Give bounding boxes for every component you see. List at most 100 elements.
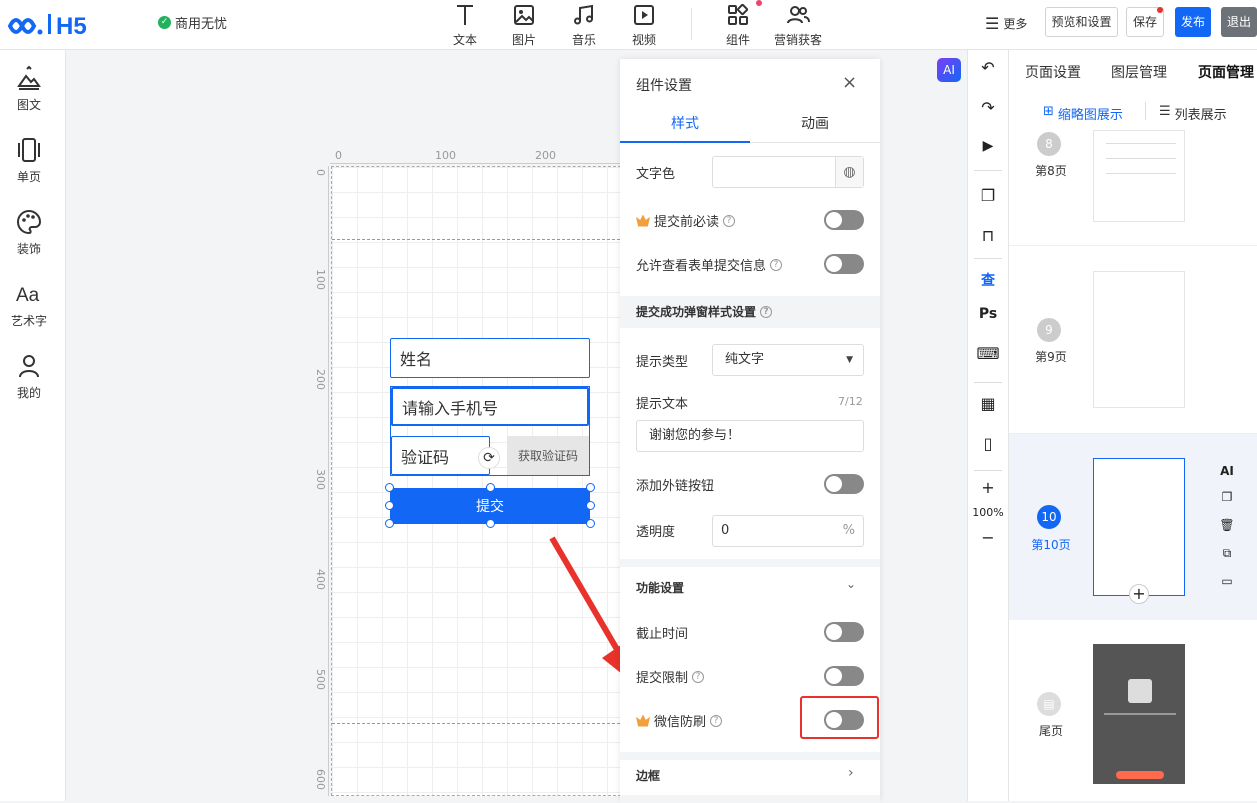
preview-button[interactable]: 预览和设置 — [1045, 7, 1118, 37]
resize-handle[interactable] — [385, 501, 394, 510]
horizontal-ruler: 0 100 200 — [330, 149, 620, 165]
help-icon[interactable]: ? — [723, 214, 736, 227]
sidebar-item-image-text[interactable]: 图文 — [0, 64, 58, 113]
resize-handle[interactable] — [385, 519, 394, 528]
editing-page[interactable] — [331, 166, 621, 796]
must-read-row: 提交前必读 ? — [636, 211, 736, 230]
view-list-toggle[interactable]: ☰ 列表展示 — [1159, 104, 1227, 123]
list-icon: ☰ — [1159, 104, 1171, 119]
exit-button[interactable]: 退出 — [1221, 7, 1257, 37]
tip-text-input[interactable]: 谢谢您的参与！ — [636, 420, 864, 452]
sidebar-item-decor[interactable]: 装饰 — [0, 208, 58, 257]
allow-view-toggle[interactable] — [824, 254, 864, 274]
tip-text-counter: 7/12 — [838, 395, 863, 408]
code-input[interactable]: 验证码 — [391, 436, 490, 475]
sidebar-item-art-text[interactable]: Aa 艺术字 — [0, 280, 58, 329]
page-item[interactable]: 8 第8页 — [1009, 130, 1257, 246]
help-icon[interactable]: ? — [710, 714, 723, 727]
play-icon[interactable]: ▶ — [968, 138, 1008, 154]
page-item[interactable]: ▤ 尾页 — [1009, 620, 1257, 801]
get-code-button[interactable]: 获取验证码 — [507, 436, 589, 475]
grid-icon[interactable]: ▦ — [968, 394, 1008, 413]
add-page-icon[interactable]: + — [1129, 584, 1149, 604]
wechat-guard-row: 微信防刷 ? — [636, 711, 723, 730]
view-divider — [1145, 102, 1146, 120]
publish-button[interactable]: 发布 — [1175, 7, 1211, 37]
redo-icon[interactable]: ↷ — [968, 98, 1008, 117]
section-divider — [620, 752, 880, 760]
text-color-input[interactable]: ◍ — [712, 156, 864, 188]
component-settings-panel: 组件设置 × 样式 动画 文字色 ◍ 提交前必读 ? 允许查看表单提交信息 ? … — [620, 59, 880, 803]
help-icon[interactable]: ? — [692, 670, 705, 683]
mobile-icon[interactable]: ▯ — [968, 434, 1008, 453]
check-icon: ✓ — [158, 16, 171, 29]
vip-crown-icon — [636, 714, 650, 727]
tool-video[interactable]: 视频 — [619, 2, 669, 48]
palette-picker-icon[interactable]: ◍ — [835, 157, 863, 187]
ext-link-label: 添加外链按钮 — [636, 479, 715, 494]
sidebar-item-single-page[interactable]: 单页 — [0, 136, 58, 185]
allow-view-row: 允许查看表单提交信息 ? — [636, 255, 783, 274]
tab-animation[interactable]: 动画 — [750, 105, 880, 143]
folder-icon[interactable]: ▭ — [1219, 574, 1235, 588]
duplicate-icon[interactable]: ⧉ — [1219, 546, 1235, 561]
help-icon[interactable]: ? — [770, 258, 783, 271]
opacity-input[interactable]: 0 % — [712, 515, 864, 547]
right-toolbar: ↶ ↷ ▶ ❐ ⊓ 查 Ps ⌨ ▦ ▯ + 100% − — [967, 50, 1009, 801]
zoom-out-icon[interactable]: − — [968, 528, 1008, 547]
help-icon[interactable]: ? — [760, 305, 773, 318]
tip-type-select[interactable]: 纯文字 ▼ — [712, 344, 864, 376]
chevron-right-icon[interactable]: › — [848, 765, 854, 781]
tool-image[interactable]: 图片 — [499, 2, 549, 48]
dropdown-arrow-icon: ▼ — [846, 355, 853, 365]
tab-page-manage[interactable]: 页面管理 — [1198, 62, 1254, 82]
tool-text[interactable]: 文本 — [440, 2, 490, 48]
name-input[interactable]: 姓名 — [390, 338, 590, 378]
ps-icon[interactable]: Ps — [968, 306, 1008, 322]
page-item[interactable]: 9 第9页 — [1009, 246, 1257, 434]
vertical-ruler: 0 100 200 300 400 500 600 — [313, 166, 329, 796]
resize-handle[interactable] — [586, 501, 595, 510]
tool-components[interactable]: 组件 — [713, 2, 763, 48]
tool-music[interactable]: 音乐 — [559, 2, 609, 48]
submit-limit-toggle[interactable] — [824, 666, 864, 686]
resize-handle[interactable] — [385, 483, 394, 492]
copy-page-icon[interactable]: ❐ — [1219, 490, 1235, 504]
zoom-in-icon[interactable]: + — [968, 478, 1008, 497]
sidebar-item-mine[interactable]: 我的 — [0, 352, 58, 401]
view-thumb-toggle[interactable]: ⊞ 缩略图展示 — [1043, 104, 1123, 123]
commercial-badge[interactable]: ✓ 商用无忧 — [158, 13, 227, 32]
copy-icon[interactable]: ❐ — [968, 186, 1008, 205]
page-thumbnail — [1093, 271, 1185, 408]
keyboard-icon[interactable]: ⌨ — [968, 344, 1008, 363]
wechat-guard-toggle[interactable] — [824, 710, 864, 730]
tab-page-settings[interactable]: 页面设置 — [1025, 62, 1081, 82]
chevron-down-icon[interactable]: ⌄ — [846, 577, 856, 591]
toolbar-divider — [974, 382, 1002, 383]
resize-handle[interactable] — [486, 483, 495, 492]
resize-handle[interactable] — [486, 519, 495, 528]
resize-handle[interactable] — [586, 483, 595, 492]
page-item-active[interactable]: 10 第10页 + AI ❐ 🗑 ⧉ ▭ — [1009, 434, 1257, 620]
ext-link-toggle[interactable] — [824, 474, 864, 494]
section-divider — [620, 559, 880, 567]
resize-handle[interactable] — [586, 519, 595, 528]
unlock-icon[interactable]: ⊓ — [968, 226, 1008, 245]
must-read-toggle[interactable] — [824, 210, 864, 230]
components-icon — [728, 3, 749, 25]
delete-icon[interactable]: 🗑 — [1219, 518, 1235, 532]
tab-layer-manage[interactable]: 图层管理 — [1111, 62, 1167, 82]
ai-action[interactable]: AI — [1219, 464, 1235, 478]
deadline-toggle[interactable] — [824, 622, 864, 642]
section-divider — [620, 795, 880, 803]
close-icon[interactable]: × — [842, 72, 857, 93]
check-tool-icon[interactable]: 查 — [968, 270, 1008, 290]
undo-icon[interactable]: ↶ — [968, 58, 1008, 77]
tab-style[interactable]: 样式 — [620, 105, 750, 143]
refresh-icon[interactable]: ⟳ — [478, 447, 500, 469]
phone-input[interactable]: 请输入手机号 — [391, 387, 589, 426]
more-button[interactable]: ☰ 更多 — [985, 14, 1027, 33]
ai-badge[interactable]: AI — [937, 58, 961, 82]
tool-marketing[interactable]: 营销获客 — [770, 2, 826, 48]
border-section-title: 边框 — [636, 769, 661, 783]
